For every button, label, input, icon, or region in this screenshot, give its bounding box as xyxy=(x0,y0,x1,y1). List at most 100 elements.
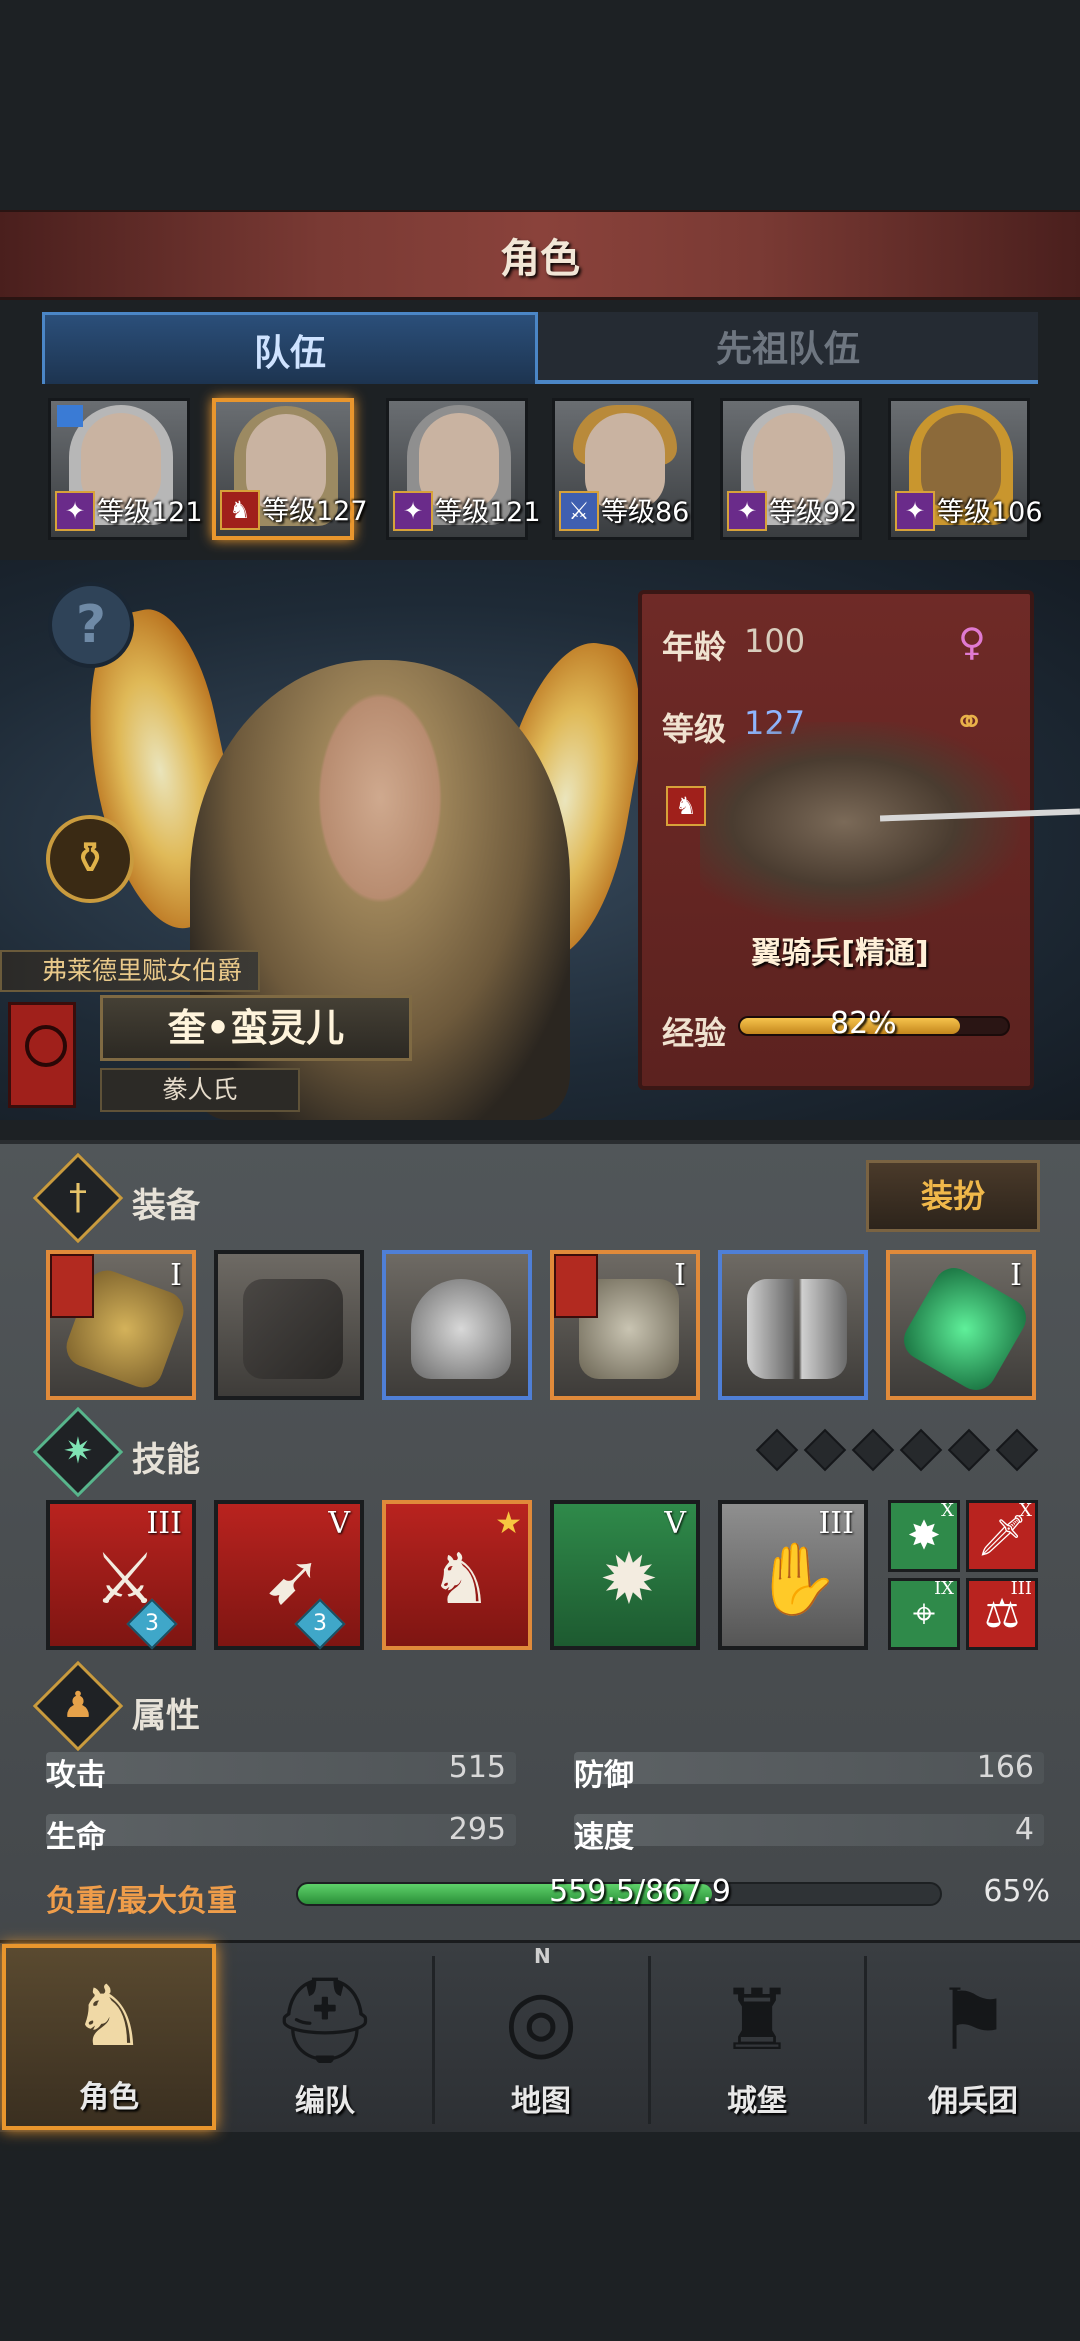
equip-slot-cape[interactable] xyxy=(214,1250,364,1400)
tier-label: IX xyxy=(934,1578,954,1599)
exp-percent: 82% xyxy=(830,1006,897,1041)
load-label: 负重/最大负重 xyxy=(46,1884,237,1919)
compass-icon: ◎ xyxy=(504,1971,578,2069)
staff-icon: ✦ xyxy=(393,491,433,531)
equip-slot-helmet[interactable] xyxy=(382,1250,532,1400)
skill-slot-4[interactable]: ✹ V xyxy=(550,1500,700,1650)
speed-label: 速度 xyxy=(574,1820,634,1855)
passive-skill-1[interactable]: ✸ X xyxy=(888,1500,960,1572)
level-text: 等级127 xyxy=(262,496,368,527)
star-icon: ★ xyxy=(495,1506,522,1541)
tier-label: I xyxy=(1010,1258,1022,1293)
staff-icon: ✦ xyxy=(727,491,767,531)
outfit-button[interactable]: 装扮 xyxy=(866,1160,1040,1232)
passive-skill-4[interactable]: ⚖ III xyxy=(966,1578,1038,1650)
staff-icon: ✦ xyxy=(895,491,935,531)
tier-label: X xyxy=(941,1500,954,1521)
skill-slot-5[interactable]: ✋ III xyxy=(718,1500,868,1650)
party-member-2[interactable]: ♞ 等级127 xyxy=(212,398,368,540)
tier-label: V xyxy=(664,1506,686,1541)
attack-label: 攻击 xyxy=(46,1758,106,1793)
faction-flag-icon xyxy=(554,1254,598,1318)
griffin-icon: ♞ xyxy=(220,490,260,530)
tier-label: III xyxy=(146,1506,182,1541)
attributes-title: 属性 xyxy=(132,1696,200,1736)
potion-button[interactable]: ⚱ xyxy=(46,815,134,903)
party-member-6[interactable]: ✦ 等级106 xyxy=(888,398,1043,540)
nav-castle[interactable]: ♜ 城堡 xyxy=(650,1944,864,2130)
nav-label: 角色 xyxy=(79,2080,139,2115)
title-bar: 角色 xyxy=(0,210,1080,300)
load-value: 559.5/867.9 xyxy=(549,1874,731,1909)
speed-value: 4 xyxy=(1014,1812,1034,1847)
castle-icon: ♜ xyxy=(719,1971,795,2069)
level-text: 等级121 xyxy=(97,497,203,528)
tier-label: I xyxy=(674,1258,686,1293)
target-icon: ⌖ xyxy=(912,1591,936,1637)
nav-label: 地图 xyxy=(511,2084,571,2119)
skill-slot-1[interactable]: ⚔ III 3 xyxy=(46,1500,196,1650)
cape-icon xyxy=(243,1279,343,1379)
helmet-icon: ⛑ xyxy=(271,1971,379,2069)
level-text: 等级121 xyxy=(435,497,541,528)
flag-icon xyxy=(57,405,83,427)
griffin-class-icon: ♞ xyxy=(666,786,706,826)
party-member-3[interactable]: ✦ 等级121 xyxy=(386,398,541,540)
equip-slot-chest[interactable]: I xyxy=(550,1250,700,1400)
tab-team[interactable]: 队伍 xyxy=(42,312,538,384)
nav-character[interactable]: ♞ 角色 xyxy=(2,1944,216,2130)
party-member-5[interactable]: ✦ 等级92 xyxy=(720,398,862,540)
hp-label: 生命 xyxy=(46,1820,106,1855)
hero-race: 豢人氏 xyxy=(100,1068,300,1112)
staff-icon: ✦ xyxy=(55,491,95,531)
tab-ancestor-team[interactable]: 先祖队伍 xyxy=(538,312,1038,384)
greaves-icon xyxy=(747,1279,847,1379)
tier-label: X xyxy=(1019,1500,1032,1521)
hero-name[interactable]: 奎•蛮灵儿 xyxy=(100,995,412,1061)
sword-icon: ⚔ xyxy=(559,491,599,531)
passive-skill-3[interactable]: ⌖ IX xyxy=(888,1578,960,1650)
faction-banner-icon xyxy=(8,1002,76,1108)
tier-label: V xyxy=(328,1506,350,1541)
helmet-icon xyxy=(411,1279,511,1379)
nav-map[interactable]: ◎ 地图 xyxy=(434,1944,648,2130)
skills-title: 技能 xyxy=(132,1440,200,1480)
burst-icon: ✸ xyxy=(907,1513,941,1559)
equip-slot-amulet[interactable]: I xyxy=(886,1250,1036,1400)
nav-mercenary[interactable]: ⚑ 佣兵团 xyxy=(866,1944,1080,2130)
tier-label: I xyxy=(170,1258,182,1293)
nav-label: 城堡 xyxy=(727,2084,787,2119)
equip-slot-shoulder[interactable]: I xyxy=(46,1250,196,1400)
equip-slot-greaves[interactable] xyxy=(718,1250,868,1400)
level-text: 等级86 xyxy=(601,497,690,528)
defense-label: 防御 xyxy=(574,1758,634,1793)
skill-slot-3[interactable]: ♞ ★ xyxy=(382,1500,532,1650)
equipment-title: 装备 xyxy=(132,1186,200,1226)
passive-skill-2[interactable]: 🗡 X xyxy=(966,1500,1038,1572)
hero-title: 弗莱德里赋女伯爵 xyxy=(0,950,260,992)
age-label: 年龄 xyxy=(662,628,727,666)
level-text: 等级106 xyxy=(937,497,1043,528)
tier-label: III xyxy=(818,1506,854,1541)
female-icon: ♀ xyxy=(958,620,986,664)
attack-value: 515 xyxy=(448,1750,506,1785)
nav-label: 编队 xyxy=(295,2084,355,2119)
help-button[interactable]: ? xyxy=(48,582,134,668)
knight-icon: ♞ xyxy=(71,1967,147,2065)
level-text: 等级92 xyxy=(769,497,858,528)
faction-flag-icon xyxy=(50,1254,94,1318)
banner-icon: ⚑ xyxy=(935,1971,1011,2069)
nav-label: 佣兵团 xyxy=(928,2084,1018,2119)
tier-label: III xyxy=(1010,1578,1032,1599)
hp-value: 295 xyxy=(448,1812,506,1847)
unit-illustration xyxy=(700,722,1020,922)
skill-slot-2[interactable]: ➹ V 3 xyxy=(214,1500,364,1650)
party-member-4[interactable]: ⚔ 等级86 xyxy=(552,398,694,540)
nav-formation[interactable]: ⛑ 编队 xyxy=(218,1944,432,2130)
unit-class-name: 翼骑兵[精通] xyxy=(751,936,929,971)
age-value: 100 xyxy=(744,622,806,660)
page-title: 角色 xyxy=(500,235,580,282)
compass-north: N xyxy=(534,1944,551,1968)
load-percent: 65% xyxy=(983,1874,1050,1909)
party-member-1[interactable]: ✦ 等级121 xyxy=(48,398,203,540)
